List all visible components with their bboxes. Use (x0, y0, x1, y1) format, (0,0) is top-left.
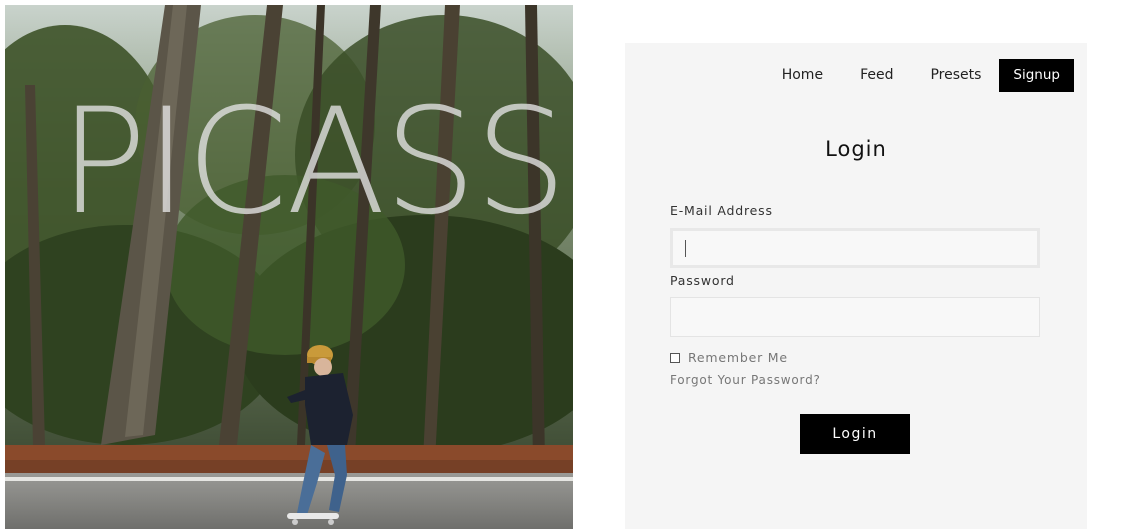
hero-image: PICASSO (5, 5, 573, 529)
remember-me: Remember Me (670, 350, 788, 365)
login-button[interactable]: Login (800, 414, 910, 454)
signup-button[interactable]: Signup (999, 58, 1074, 92)
nav-item-home[interactable]: Home (782, 67, 823, 83)
password-label: Password (670, 273, 735, 288)
password-input[interactable] (670, 297, 1040, 337)
email-input[interactable] (670, 228, 1040, 268)
nav-item-feed[interactable]: Feed (860, 67, 893, 83)
brand-logo-text: PICASSO (59, 77, 573, 247)
remember-me-checkbox[interactable] (670, 352, 680, 363)
top-nav: Home Feed Presets Signup (745, 58, 1074, 92)
text-caret (685, 240, 686, 257)
remember-me-label: Remember Me (688, 350, 788, 365)
forgot-password-link[interactable]: Forgot Your Password? (670, 373, 821, 387)
login-title: Login (825, 137, 887, 161)
login-card: Home Feed Presets Signup Login E-Mail Ad… (625, 43, 1087, 529)
nav-item-presets[interactable]: Presets (930, 67, 981, 83)
email-label: E-Mail Address (670, 203, 773, 218)
